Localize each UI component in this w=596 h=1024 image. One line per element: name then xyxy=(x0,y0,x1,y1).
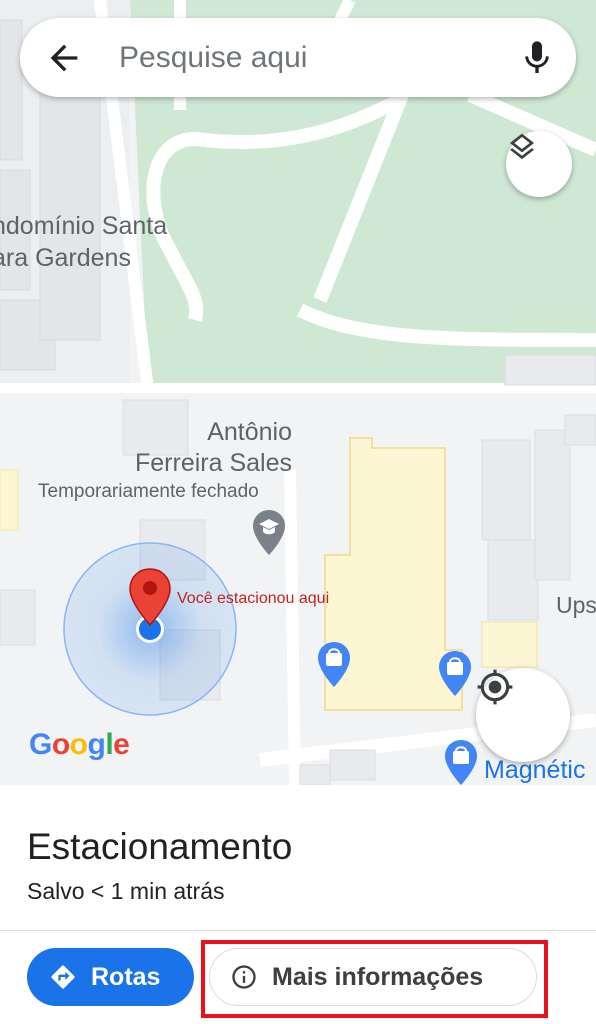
map-view[interactable]: ndomínio Santa ara Gardens Antônio Ferre… xyxy=(0,0,596,785)
map-label-school-line1: Antônio xyxy=(207,418,292,446)
directions-button[interactable]: Rotas xyxy=(27,948,194,1006)
bottom-sheet[interactable]: Estacionamento Salvo < 1 min atrás Rotas… xyxy=(0,785,596,1024)
map-label-parked: Você estacionou aqui xyxy=(177,590,330,607)
search-bar[interactable]: Pesquise aqui xyxy=(20,18,576,97)
map-label-condo-line2: ara Gardens xyxy=(0,244,131,272)
map-label-ups[interactable]: Ups xyxy=(556,592,596,619)
directions-label: Rotas xyxy=(91,962,161,991)
shopping-bag-icon[interactable] xyxy=(316,640,352,690)
my-location-icon xyxy=(477,669,513,705)
back-arrow-icon[interactable] xyxy=(44,38,84,78)
map-label-condo[interactable]: ndomínio Santa ara Gardens xyxy=(0,210,167,274)
mic-icon[interactable] xyxy=(517,38,557,78)
google-logo: Google xyxy=(29,728,130,761)
directions-icon xyxy=(51,965,75,989)
school-icon[interactable] xyxy=(251,508,287,558)
map-label-condo-line1: ndomínio Santa xyxy=(0,212,168,240)
map-label-school[interactable]: Antônio Ferreira Sales xyxy=(100,417,292,479)
layers-icon xyxy=(510,133,534,160)
shopping-bag-icon[interactable] xyxy=(437,649,473,699)
map-label-school-status: Temporariamente fechado xyxy=(38,481,259,502)
divider xyxy=(0,930,596,931)
map-label-school-line2: Ferreira Sales xyxy=(135,449,292,477)
parking-pin-icon[interactable] xyxy=(128,567,172,629)
place-title: Estacionamento xyxy=(27,826,293,867)
search-input[interactable]: Pesquise aqui xyxy=(119,40,307,76)
saved-time: Salvo < 1 min atrás xyxy=(27,878,225,904)
shopping-bag-icon[interactable] xyxy=(443,738,479,785)
layers-button[interactable] xyxy=(506,131,572,197)
highlight-box xyxy=(201,940,548,1018)
my-location-button[interactable] xyxy=(476,668,570,762)
